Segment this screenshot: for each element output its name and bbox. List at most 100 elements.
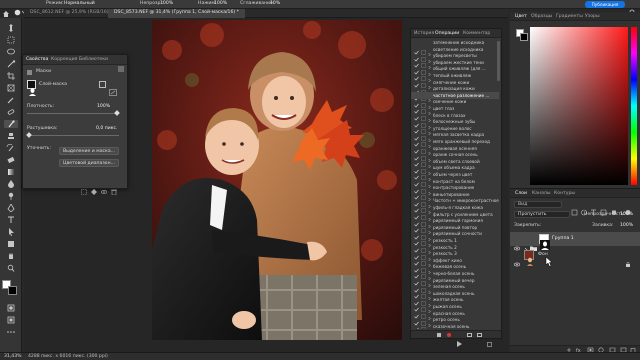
action-checkmark-icon[interactable] bbox=[414, 106, 419, 121]
action-checkmark-icon[interactable] bbox=[414, 225, 419, 240]
lasso-tool-icon[interactable] bbox=[4, 48, 18, 56]
action-checkmark-icon[interactable] bbox=[414, 179, 419, 194]
action-dialog-toggle[interactable] bbox=[421, 53, 426, 68]
action-dialog-toggle[interactable] bbox=[421, 218, 426, 233]
lock-icons[interactable] bbox=[539, 223, 580, 238]
action-checkmark-icon[interactable] bbox=[414, 264, 419, 279]
action-dialog-toggle[interactable] bbox=[421, 86, 426, 101]
document-info[interactable]: 4288 пикс. x 6016 пикс. (300 ppi) bbox=[28, 354, 108, 360]
tab-properties[interactable]: Свойства bbox=[26, 57, 48, 65]
brush-tool-icon[interactable] bbox=[4, 120, 18, 128]
action-dialog-toggle[interactable] bbox=[421, 113, 426, 128]
tab-swatches[interactable]: Образцы bbox=[531, 14, 552, 20]
action-dialog-toggle[interactable] bbox=[421, 159, 426, 174]
delete-action-icon[interactable] bbox=[487, 332, 492, 348]
chevron-right-icon[interactable] bbox=[428, 74, 431, 90]
chevron-right-icon[interactable] bbox=[428, 153, 431, 169]
chevron-right-icon[interactable] bbox=[428, 292, 431, 307]
action-checkmark-icon[interactable] bbox=[414, 159, 419, 174]
tab-adjustments[interactable]: Коррекция bbox=[51, 57, 77, 65]
chevron-right-icon[interactable] bbox=[428, 120, 431, 136]
action-dialog-toggle[interactable] bbox=[421, 73, 426, 88]
action-checkmark-icon[interactable] bbox=[414, 192, 419, 207]
brush-settings-icon[interactable] bbox=[32, 1, 40, 16]
action-dialog-toggle[interactable] bbox=[421, 205, 426, 220]
action-checkmark-icon[interactable] bbox=[414, 99, 419, 114]
action-dialog-toggle[interactable] bbox=[421, 231, 426, 247]
mask-thumbnail[interactable] bbox=[27, 80, 36, 96]
action-dialog-toggle[interactable] bbox=[421, 165, 426, 181]
vector-mask-icon[interactable] bbox=[109, 81, 117, 96]
chevron-right-icon[interactable] bbox=[428, 147, 431, 162]
layer-name-group[interactable]: Группа 1 bbox=[552, 236, 574, 242]
action-dialog-toggle[interactable] bbox=[421, 251, 426, 266]
screen-mode-icon[interactable] bbox=[4, 316, 18, 324]
chevron-right-icon[interactable] bbox=[428, 199, 431, 215]
more-tools-icon[interactable] bbox=[4, 328, 18, 336]
chevron-right-icon[interactable] bbox=[428, 285, 431, 301]
action-checkmark-icon[interactable] bbox=[414, 66, 419, 81]
shape-tool-icon[interactable] bbox=[4, 240, 18, 248]
tab-gradients[interactable]: Градиенты bbox=[556, 14, 583, 20]
chevron-right-icon[interactable] bbox=[428, 298, 431, 314]
chevron-right-icon[interactable] bbox=[428, 87, 431, 103]
action-dialog-toggle[interactable] bbox=[421, 297, 426, 313]
action-checkmark-icon[interactable] bbox=[414, 205, 419, 220]
chevron-right-icon[interactable] bbox=[428, 94, 431, 109]
panel-menu-icon[interactable] bbox=[118, 57, 124, 72]
color-range-button[interactable]: Цветовой диапазон... bbox=[59, 159, 119, 167]
fill-value[interactable]: 100% bbox=[620, 223, 633, 229]
feather-slider[interactable] bbox=[27, 135, 119, 136]
feather-value[interactable]: 0,0 пикс. bbox=[96, 126, 118, 132]
action-dialog-toggle[interactable] bbox=[421, 146, 426, 161]
publish-button[interactable]: Публикация bbox=[585, 1, 625, 8]
tab-patterns[interactable]: Узоры bbox=[585, 14, 600, 20]
select-and-mask-button[interactable]: Выделение и маска... bbox=[59, 147, 119, 155]
type-tool-icon[interactable] bbox=[4, 216, 18, 224]
eyedropper-tool-icon[interactable] bbox=[4, 96, 18, 104]
search-icon[interactable] bbox=[629, 1, 636, 16]
chevron-right-icon[interactable] bbox=[428, 81, 431, 96]
blend-mode-select[interactable]: Пропустить bbox=[514, 211, 570, 218]
chevron-right-icon[interactable] bbox=[428, 48, 431, 63]
action-checkmark-icon[interactable] bbox=[414, 304, 419, 319]
layer-filter-box[interactable]: Вид bbox=[514, 201, 562, 208]
action-dialog-toggle[interactable] bbox=[421, 172, 426, 187]
apply-mask-icon[interactable] bbox=[91, 180, 97, 195]
action-checkmark-icon[interactable] bbox=[414, 60, 419, 75]
record-icon[interactable] bbox=[447, 333, 451, 337]
chevron-right-icon[interactable] bbox=[428, 180, 431, 195]
document-photo[interactable] bbox=[152, 20, 402, 340]
chevron-right-icon[interactable] bbox=[428, 239, 431, 255]
tab-layers[interactable]: Слои bbox=[515, 191, 527, 197]
action-checkmark-icon[interactable] bbox=[414, 40, 419, 55]
chevron-right-icon[interactable] bbox=[428, 279, 431, 294]
chevron-right-icon[interactable] bbox=[428, 318, 431, 321]
background-color-swatch[interactable] bbox=[8, 286, 17, 295]
action-checkmark-icon[interactable] bbox=[414, 113, 419, 128]
action-checkmark-icon[interactable] bbox=[414, 251, 419, 266]
action-dialog-toggle[interactable] bbox=[421, 126, 426, 141]
density-value[interactable]: 100% bbox=[97, 104, 110, 110]
action-checkmark-icon[interactable] bbox=[414, 73, 419, 88]
healing-brush-tool-icon[interactable] bbox=[4, 108, 18, 116]
tab-comments[interactable]: Комментар bbox=[463, 31, 490, 37]
action-checkmark-icon[interactable] bbox=[414, 198, 419, 213]
chevron-right-icon[interactable] bbox=[428, 259, 431, 274]
action-dialog-toggle[interactable] bbox=[421, 132, 426, 148]
color-picker-field[interactable] bbox=[530, 27, 628, 185]
action-dialog-toggle[interactable] bbox=[421, 119, 426, 134]
chevron-right-icon[interactable] bbox=[428, 133, 431, 149]
chevron-right-icon[interactable] bbox=[428, 140, 431, 156]
layer-visibility-eye-icon[interactable] bbox=[513, 236, 521, 251]
action-checkmark-icon[interactable] bbox=[414, 146, 419, 161]
action-dialog-toggle[interactable] bbox=[421, 304, 426, 319]
action-dialog-toggle[interactable] bbox=[421, 238, 426, 253]
smoothing-value[interactable]: 10% bbox=[270, 1, 280, 7]
action-checkmark-icon[interactable] bbox=[414, 86, 419, 101]
settings-gear-icon[interactable] bbox=[292, 1, 299, 16]
action-checkmark-icon[interactable] bbox=[414, 258, 419, 273]
action-dialog-toggle[interactable] bbox=[421, 47, 426, 62]
action-dialog-toggle[interactable] bbox=[421, 106, 426, 121]
action-dialog-toggle[interactable] bbox=[421, 284, 426, 299]
